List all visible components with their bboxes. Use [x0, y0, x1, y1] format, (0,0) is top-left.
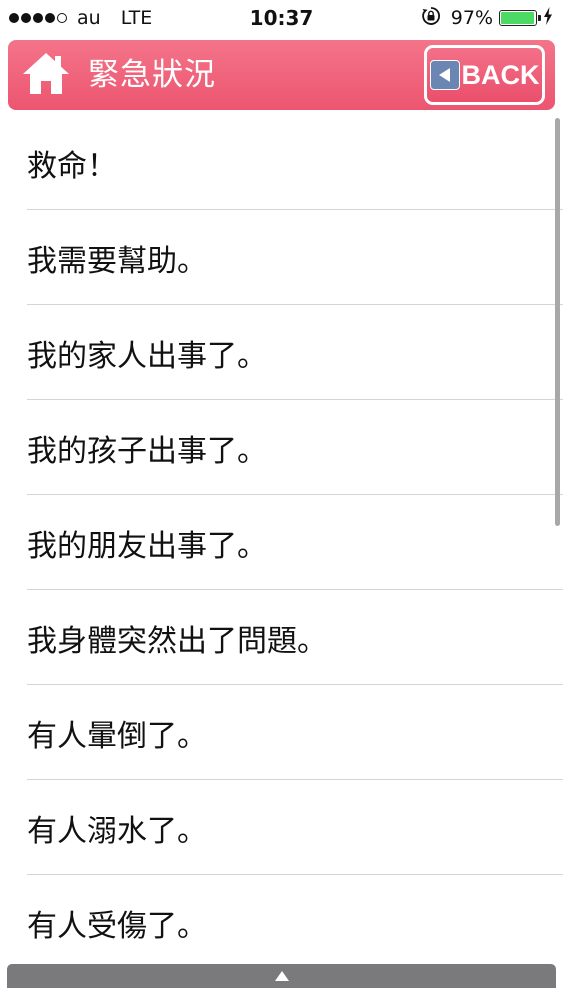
list-item-label: 有人溺水了。 [27, 813, 207, 849]
back-arrow-icon [429, 60, 460, 90]
signal-icon [9, 13, 69, 23]
bottom-expand-bar[interactable] [7, 964, 556, 988]
list-item[interactable]: 我身體突然出了問題。 [0, 590, 563, 685]
back-label: BACK [461, 59, 540, 90]
list-item[interactable]: 有人溺水了。 [0, 780, 563, 875]
signal-dot [33, 13, 43, 23]
list-item-label: 我需要幫助。 [27, 243, 207, 279]
list-item-label: 我身體突然出了問題。 [27, 623, 327, 659]
list-item[interactable]: 我的孩子出事了。 [0, 400, 563, 495]
screen: au LTE 10:37 97% 緊急狀況 BACK 救命！ 我需要幫助。 我的… [0, 0, 563, 1000]
signal-dot [21, 13, 31, 23]
battery-fill [501, 12, 534, 24]
list-item-label: 救命！ [27, 148, 117, 184]
list-item[interactable]: 有人受傷了。 [0, 875, 563, 960]
list-item[interactable]: 我需要幫助。 [0, 210, 563, 305]
list-item[interactable]: 有人暈倒了。 [0, 685, 563, 780]
status-left: au LTE [9, 0, 152, 36]
home-icon [20, 50, 72, 100]
list-item-label: 我的家人出事了。 [27, 338, 267, 374]
home-button[interactable] [18, 49, 74, 101]
back-button[interactable]: BACK [424, 45, 545, 105]
carrier-label: au [77, 7, 101, 29]
list-item-label: 我的孩子出事了。 [27, 433, 267, 469]
signal-dot-empty [57, 13, 67, 23]
battery-tip [538, 15, 541, 21]
list-item[interactable]: 我的朋友出事了。 [0, 495, 563, 590]
status-right: 97% [421, 0, 553, 36]
page-title: 緊急狀況 [88, 57, 216, 93]
list-item-label: 有人暈倒了。 [27, 718, 207, 754]
list-item[interactable]: 救命！ [0, 115, 563, 210]
rotation-lock-icon [421, 6, 441, 31]
phrase-list: 救命！ 我需要幫助。 我的家人出事了。 我的孩子出事了。 我的朋友出事了。 我身… [0, 115, 563, 960]
list-item-label: 有人受傷了。 [27, 908, 207, 944]
signal-dot [45, 13, 55, 23]
header-bar: 緊急狀況 BACK [8, 40, 555, 110]
charging-icon [543, 6, 553, 30]
expand-up-icon [274, 967, 290, 986]
signal-dot [9, 13, 19, 23]
battery-icon [499, 10, 541, 26]
list-item[interactable]: 我的家人出事了。 [0, 305, 563, 400]
network-label: LTE [120, 7, 153, 29]
battery-percent: 97% [450, 7, 493, 29]
scrollbar[interactable] [555, 118, 560, 526]
list-item-label: 我的朋友出事了。 [27, 528, 267, 564]
status-bar: au LTE 10:37 97% [0, 0, 563, 36]
